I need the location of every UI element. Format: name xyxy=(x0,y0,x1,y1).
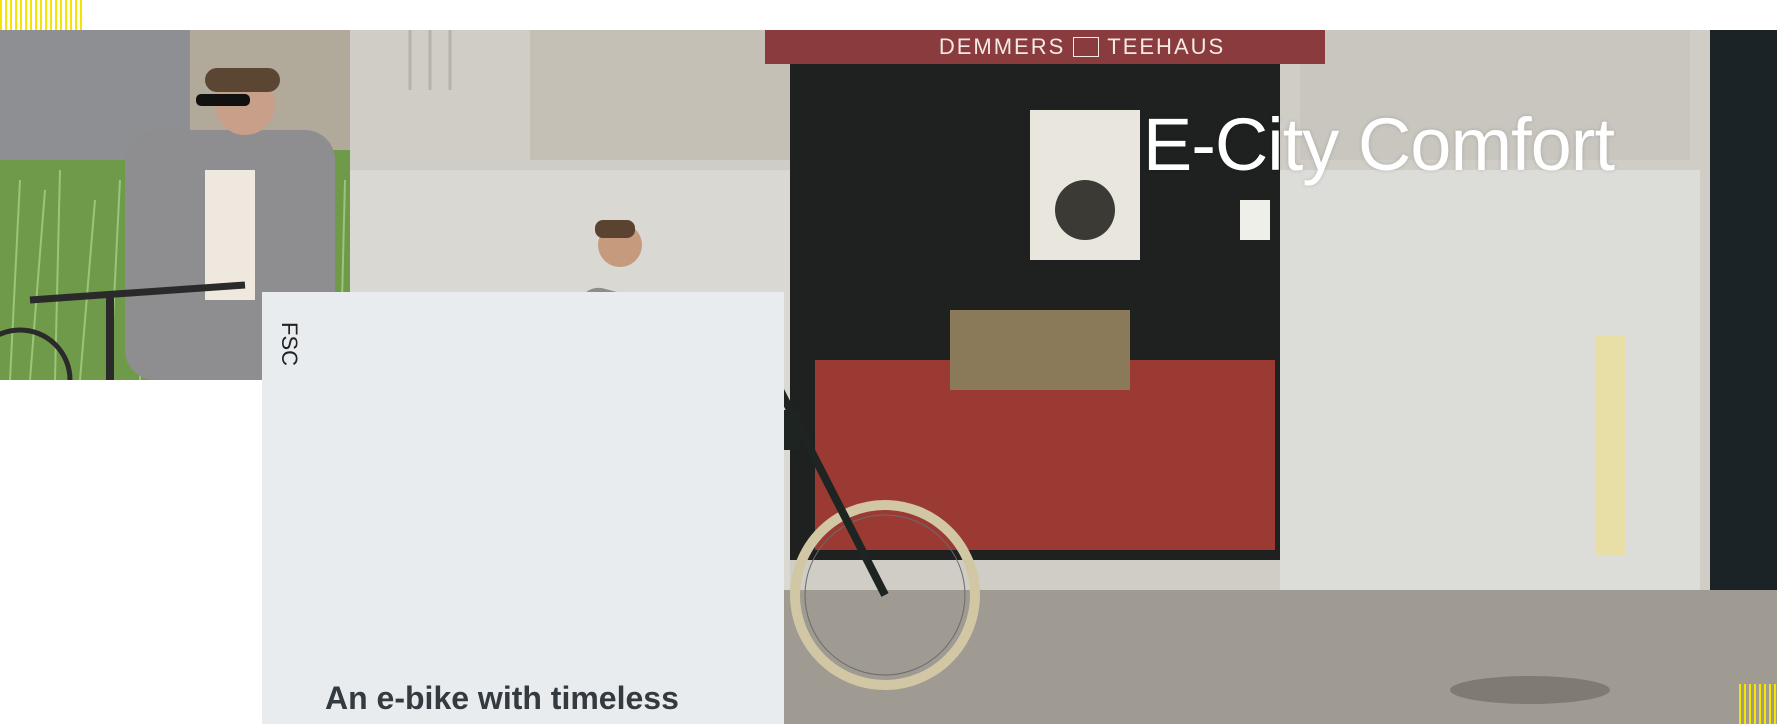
shop-sign-right: TEEHAUS xyxy=(1107,34,1226,59)
shop-sign: DEMMERS TEEHAUS xyxy=(907,32,1257,62)
card-tag: FSC xyxy=(277,322,302,366)
hero-title: E-City Comfort xyxy=(1142,103,1615,186)
decorative-lines-bottom xyxy=(1739,684,1777,724)
shop-emblem-icon xyxy=(1073,36,1100,57)
shop-sign-left: DEMMERS xyxy=(938,34,1066,59)
decorative-lines-top xyxy=(0,0,86,30)
info-card xyxy=(262,292,784,724)
card-description: An e-bike with timeless xyxy=(325,680,679,716)
